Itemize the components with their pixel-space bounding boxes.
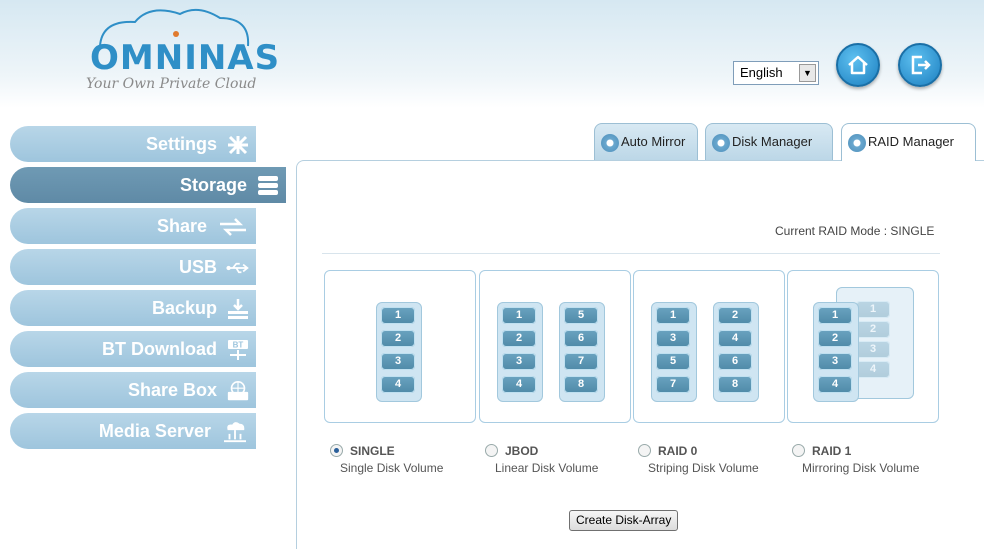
disk-slot: 3 <box>502 353 536 370</box>
home-icon <box>848 55 868 75</box>
settings-icon <box>228 136 248 155</box>
sidebar-item-label: Share <box>156 216 207 236</box>
sidebar-item-label: Share Box <box>127 380 217 400</box>
disk-slot: 5 <box>564 307 598 324</box>
disk-slot: 7 <box>656 376 690 393</box>
sidebar-item-label: Storage <box>179 175 247 195</box>
mirror-disk-slot: 1 <box>856 301 890 318</box>
disk-icon <box>848 133 866 152</box>
storage-icon <box>258 176 278 196</box>
logout-icon <box>911 55 931 75</box>
divider <box>322 253 940 254</box>
current-raid-mode: Current RAID Mode : SINGLE <box>775 224 935 238</box>
chevron-down-icon[interactable]: ▼ <box>799 64 816 82</box>
bt-download-icon: BT <box>228 340 248 361</box>
share-icon <box>220 218 246 237</box>
sidebar-item-storage[interactable]: Storage <box>10 167 286 203</box>
backup-icon <box>228 299 248 320</box>
disk-icon <box>712 133 730 152</box>
language-select[interactable]: English ▼ <box>733 61 819 85</box>
tab-label: Disk Manager <box>732 134 813 149</box>
sidebar-item-label: BT Download <box>101 339 217 359</box>
raid-option-desc: Linear Disk Volume <box>495 461 599 475</box>
disk-icon <box>601 133 619 152</box>
share-box-icon <box>227 381 249 401</box>
disk-slot: 4 <box>718 330 752 347</box>
sidebar-item-settings[interactable]: Settings <box>10 126 256 162</box>
tab-label: Auto Mirror <box>621 134 686 149</box>
sidebar-item-label: Media Server <box>98 421 211 441</box>
sidebar-item-usb[interactable]: USB <box>10 249 256 285</box>
disk-slot: 3 <box>818 353 852 370</box>
raid-option-name: RAID 0 <box>658 444 698 458</box>
raid-single-diagram[interactable]: 1 2 3 4 <box>324 270 476 423</box>
disk-slot: 4 <box>381 376 415 393</box>
usb-icon <box>226 263 249 274</box>
sidebar-item-bt-download[interactable]: BT Download BT <box>10 331 256 367</box>
tab-disk-manager[interactable]: Disk Manager <box>705 123 833 160</box>
disk-slot: 3 <box>381 353 415 370</box>
radio-jbod[interactable] <box>485 444 498 457</box>
logout-button[interactable] <box>898 43 942 87</box>
raid-option-desc: Mirroring Disk Volume <box>802 461 920 475</box>
disk-slot: 1 <box>656 307 690 324</box>
disk-slot: 6 <box>564 330 598 347</box>
radio-raid0[interactable] <box>638 444 651 457</box>
mirror-disk-slot: 4 <box>856 361 890 378</box>
disk-slot: 6 <box>718 353 752 370</box>
raid-jbod-diagram[interactable]: 1 2 3 4 5 6 7 8 <box>479 270 631 423</box>
omninas-logo[interactable]: OMNINAS Your Own Private Cloud <box>80 8 279 93</box>
disk-slot: 2 <box>381 330 415 347</box>
mirror-disk-slot: 2 <box>856 321 890 338</box>
tab-label: RAID Manager <box>868 134 954 149</box>
home-button[interactable] <box>836 43 880 87</box>
language-value: English <box>740 65 783 80</box>
radio-single[interactable] <box>330 444 343 457</box>
raid-1-diagram[interactable]: 1 2 3 4 1 2 3 4 <box>787 270 939 423</box>
disk-slot: 8 <box>564 376 598 393</box>
raid-option-desc: Striping Disk Volume <box>648 461 759 475</box>
raid-0-diagram[interactable]: 1 2 3 4 5 6 7 8 <box>633 270 785 423</box>
sidebar-item-media-server[interactable]: Media Server <box>10 413 256 449</box>
raid-option-name: RAID 1 <box>812 444 852 458</box>
disk-slot: 1 <box>502 307 536 324</box>
create-disk-array-button[interactable]: Create Disk-Array <box>569 510 679 531</box>
disk-slot: 1 <box>818 307 852 324</box>
disk-slot: 1 <box>381 307 415 324</box>
radio-raid1[interactable] <box>792 444 805 457</box>
sidebar-item-share[interactable]: Share <box>10 208 256 244</box>
raid-option-name: JBOD <box>505 444 539 458</box>
brand-name: OMNINAS <box>90 38 281 78</box>
header: OMNINAS Your Own Private Cloud English ▼ <box>0 0 984 108</box>
sidebar-item-label: USB <box>178 257 217 277</box>
raid-option-name: SINGLE <box>350 444 395 458</box>
media-server-icon <box>224 422 246 443</box>
sidebar-item-label: Backup <box>151 298 217 318</box>
disk-slot: 5 <box>656 353 690 370</box>
sidebar-item-backup[interactable]: Backup <box>10 290 256 326</box>
disk-slot: 2 <box>818 330 852 347</box>
tab-auto-mirror[interactable]: Auto Mirror <box>594 123 698 160</box>
svg-text:BT: BT <box>233 341 244 350</box>
disk-slot: 8 <box>718 376 752 393</box>
disk-slot: 4 <box>502 376 536 393</box>
disk-slot: 4 <box>818 376 852 393</box>
sidebar-item-label: Settings <box>145 134 217 154</box>
tab-raid-manager[interactable]: RAID Manager <box>841 123 976 161</box>
brand-tagline: Your Own Private Cloud <box>86 76 257 92</box>
disk-slot: 3 <box>656 330 690 347</box>
disk-slot: 2 <box>718 307 752 324</box>
disk-slot: 7 <box>564 353 598 370</box>
raid-option-desc: Single Disk Volume <box>340 461 444 475</box>
mirror-disk-slot: 3 <box>856 341 890 358</box>
disk-slot: 2 <box>502 330 536 347</box>
sidebar-item-share-box[interactable]: Share Box <box>10 372 256 408</box>
